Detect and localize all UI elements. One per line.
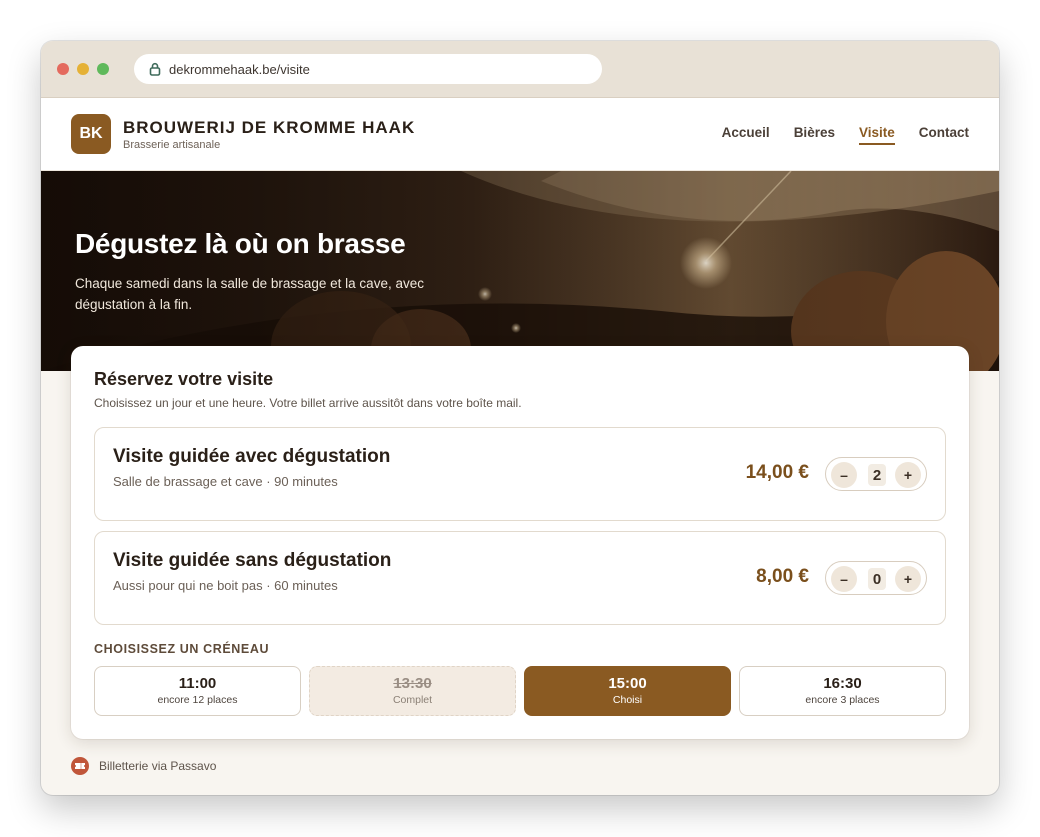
brand-tagline: Brasserie artisanale	[123, 139, 221, 151]
slot-availability: Choisi	[612, 694, 643, 706]
quantity-stepper: – 2 +	[825, 457, 927, 491]
nav-contact[interactable]: Contact	[919, 125, 969, 145]
browser-chrome: dekrommehaak.be/visite	[41, 41, 999, 98]
nav-bieres[interactable]: Bières	[794, 125, 835, 145]
ticket-price: 8,00 €	[756, 566, 809, 587]
ticketing-provider[interactable]: Billetterie via Passavo	[99, 759, 216, 773]
time-slot-1500[interactable]: 15:00 Choisi	[524, 666, 731, 716]
booking-subtitle: Choisissez un jour et une heure. Votre b…	[94, 396, 522, 410]
maximize-window-button[interactable]	[97, 63, 109, 75]
hero-title: Dégustez là où on brasse	[75, 228, 406, 259]
browser-window: dekrommehaak.be/visite BK BROUWERIJ DE K…	[41, 41, 999, 795]
brand-name: BROUWERIJ DE KROMME HAAK	[123, 118, 416, 137]
minimize-window-button[interactable]	[77, 63, 89, 75]
hero-subtitle: Chaque samedi dans la salle de brassage …	[75, 276, 424, 312]
brand-logo[interactable]: BK	[71, 114, 111, 154]
main-nav: Accueil Bières Visite Contact	[722, 125, 969, 145]
ticket-name: Visite guidée avec dégustation	[113, 446, 391, 467]
site-header: BK BROUWERIJ DE KROMME HAAK Brasserie ar…	[41, 98, 999, 171]
increase-quantity-button[interactable]: +	[895, 462, 921, 488]
booking-card: Réservez votre visite Choisissez un jour…	[71, 346, 969, 739]
slot-availability: encore 12 places	[157, 694, 238, 706]
slots-label: CHOISISSEZ UN CRÉNEAU	[94, 642, 270, 656]
ticket-icon	[71, 757, 89, 775]
ticketing-footer: Billetterie via Passavo	[71, 757, 216, 775]
time-slot-1330: 13:30 Complet	[309, 666, 516, 716]
time-slot-1100[interactable]: 11:00 encore 12 places	[94, 666, 301, 716]
ticket-name: Visite guidée sans dégustation	[113, 550, 392, 571]
ticket-price: 14,00 €	[745, 462, 809, 483]
slot-time: 16:30	[823, 675, 862, 692]
increase-quantity-button[interactable]: +	[895, 566, 921, 592]
quantity-stepper: – 0 +	[825, 561, 927, 595]
booking-title: Réservez votre visite	[94, 369, 274, 389]
slot-time: 15:00	[608, 675, 647, 692]
ticket-row: Visite guidée sans dégustation Aussi pou…	[94, 531, 946, 625]
time-slot-list: 11:00 encore 12 places 13:30 Complet 15:…	[94, 666, 946, 716]
slot-time: 11:00	[178, 675, 217, 692]
ticket-description: Aussi pour qui ne boit pas · 60 minutes	[113, 578, 338, 593]
url-text: dekrommehaak.be/visite	[169, 61, 310, 77]
address-bar[interactable]: dekrommehaak.be/visite	[134, 54, 602, 84]
quantity-value[interactable]: 2	[868, 464, 886, 486]
nav-visite[interactable]: Visite	[858, 125, 895, 145]
time-slot-1630[interactable]: 16:30 encore 3 places	[739, 666, 946, 716]
slot-time: 13:30	[393, 675, 432, 692]
decrease-quantity-button[interactable]: –	[831, 566, 857, 592]
decrease-quantity-button[interactable]: –	[831, 462, 857, 488]
ticket-description: Salle de brassage et cave · 90 minutes	[113, 474, 338, 489]
lock-icon	[149, 62, 161, 76]
nav-accueil[interactable]: Accueil	[722, 125, 770, 145]
quantity-value[interactable]: 0	[868, 568, 886, 590]
hero-banner: Dégustez là où on brasse Chaque samedi d…	[41, 171, 999, 371]
hero-cellar-image	[41, 171, 999, 371]
ticket-row: Visite guidée avec dégustation Salle de …	[94, 427, 946, 521]
close-window-button[interactable]	[57, 63, 69, 75]
slot-availability: encore 3 places	[805, 694, 880, 706]
slot-availability: Complet	[392, 694, 433, 706]
